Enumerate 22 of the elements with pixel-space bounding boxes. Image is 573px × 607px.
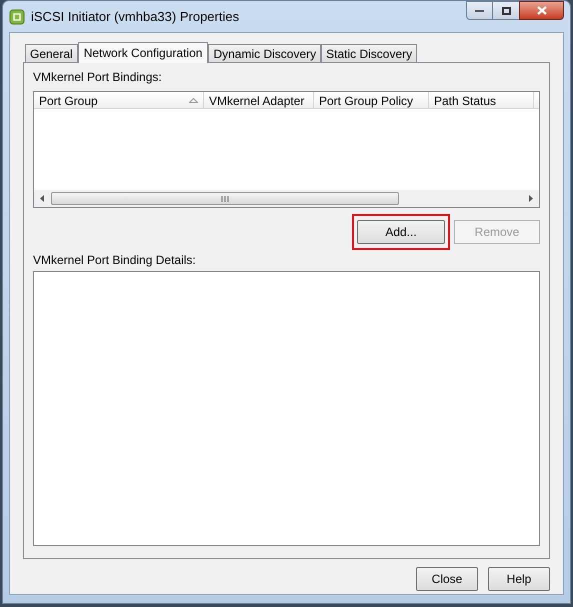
horizontal-scrollbar[interactable] bbox=[34, 190, 539, 207]
tab[interactable]: Static Discovery bbox=[321, 44, 418, 62]
tab[interactable]: General bbox=[25, 44, 78, 62]
add-button[interactable]: Add... bbox=[357, 220, 445, 244]
column-header[interactable]: Port Group Policy bbox=[314, 92, 429, 109]
help-button[interactable]: Help bbox=[488, 567, 550, 591]
minimize-button[interactable] bbox=[466, 1, 493, 20]
tab[interactable]: Dynamic Discovery bbox=[208, 44, 322, 62]
column-header[interactable]: Path Status bbox=[429, 92, 534, 109]
app-icon bbox=[9, 8, 25, 24]
close-button[interactable]: Close bbox=[416, 567, 478, 591]
tab[interactable]: Network Configuration bbox=[78, 42, 208, 63]
sort-icon bbox=[189, 98, 198, 103]
maximize-button[interactable] bbox=[493, 1, 519, 20]
close-icon bbox=[536, 6, 546, 15]
column-header[interactable]: VMkernel Adapter bbox=[204, 92, 314, 109]
section-label: VMkernel Port Bindings: bbox=[33, 70, 163, 85]
column-header[interactable]: Port Group bbox=[34, 92, 204, 109]
scroll-thumb[interactable] bbox=[51, 192, 399, 205]
window-title: iSCSI Initiator (vmhba33) Properties bbox=[31, 8, 240, 26]
section-label: VMkernel Port Binding Details: bbox=[33, 253, 197, 268]
close-window-button[interactable] bbox=[519, 1, 564, 20]
